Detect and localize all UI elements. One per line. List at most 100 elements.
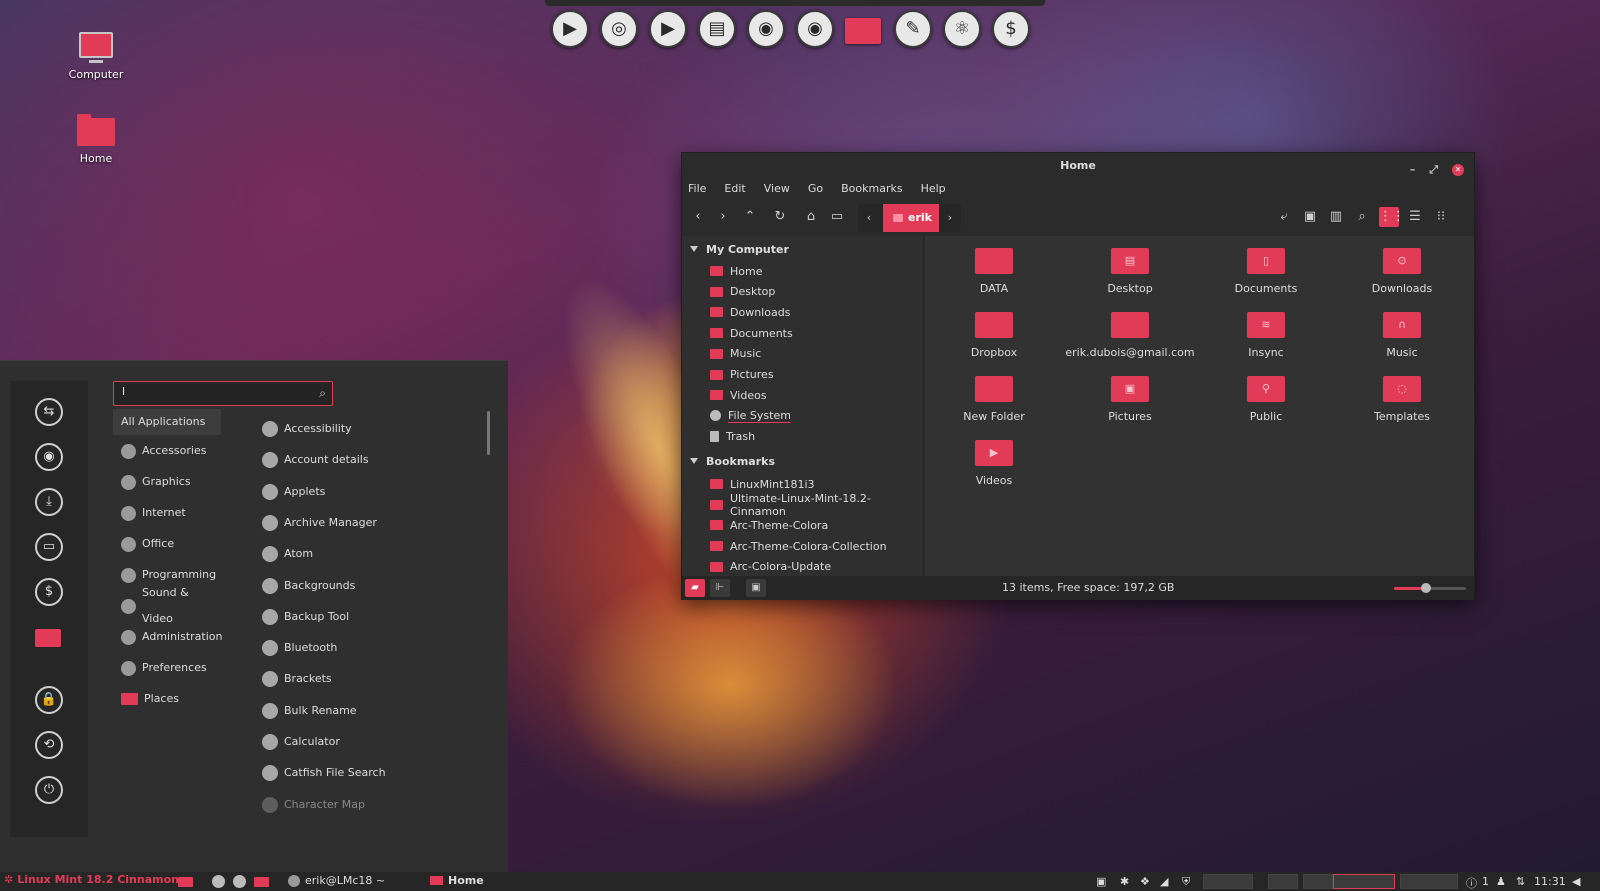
menu-app-item[interactable]: Account details xyxy=(262,448,369,472)
connect-icon[interactable]: ⇆ xyxy=(35,398,63,426)
workspace-5[interactable] xyxy=(1400,874,1458,889)
folder-icon[interactable] xyxy=(35,629,61,647)
sidebar-item-documents[interactable]: Documents xyxy=(710,323,793,343)
atom-icon[interactable]: ⚛ xyxy=(943,10,981,48)
file-item[interactable]: erik.dubois@gmail.com xyxy=(1065,312,1195,359)
volume-icon[interactable]: ◀ xyxy=(1572,875,1580,888)
menu-category[interactable]: All Applications xyxy=(113,409,221,435)
window-titlebar[interactable]: Home – ⤢ ✕ xyxy=(682,153,1474,178)
file-item[interactable]: New Folder xyxy=(929,376,1059,423)
back-icon[interactable]: ‹ xyxy=(688,207,708,227)
file-item[interactable]: Dropbox xyxy=(929,312,1059,359)
sidebar-item-trash[interactable]: Trash xyxy=(710,427,755,447)
transfer-icon[interactable]: ⇅ xyxy=(1516,875,1525,888)
shield-icon[interactable]: ⛨ xyxy=(1182,875,1190,889)
show-desktop-icon[interactable] xyxy=(178,877,193,887)
up-icon[interactable]: ⌃ xyxy=(740,207,760,227)
download-icon[interactable]: ⤓ xyxy=(35,488,63,516)
file-item[interactable]: ⊙ Downloads xyxy=(1337,248,1467,295)
network-icon[interactable]: ◢ xyxy=(1160,875,1168,888)
home-icon[interactable]: ⌂ xyxy=(801,207,821,227)
menu-app-item[interactable]: Bulk Rename xyxy=(262,699,357,723)
close-icon[interactable]: ✕ xyxy=(1452,163,1464,176)
breadcrumb-left-icon[interactable]: ‹ xyxy=(858,204,880,232)
sidebar-item-file-system[interactable]: File System xyxy=(710,406,791,426)
dropbox-icon[interactable]: ❖ xyxy=(1140,875,1150,888)
screenshot-tray-icon[interactable]: ▣ xyxy=(1096,875,1106,888)
terminal-icon[interactable]: $ xyxy=(992,10,1030,48)
file-item[interactable]: ∩ Music xyxy=(1337,312,1467,359)
menu-category[interactable]: Preferences xyxy=(113,655,221,681)
menu-app-item[interactable]: Catfish File Search xyxy=(262,761,386,785)
menu-file[interactable]: File xyxy=(688,182,706,195)
breadcrumb-right-icon[interactable]: › xyxy=(939,204,961,232)
sidebar-item-music[interactable]: Music xyxy=(710,344,761,364)
bookmark-item[interactable]: Arc-Colora-Update xyxy=(710,557,831,576)
file-item[interactable]: ◌ Templates xyxy=(1337,376,1467,423)
menu-app-item[interactable]: Applets xyxy=(262,480,325,504)
zoom-knob[interactable] xyxy=(1421,583,1432,593)
eye-icon[interactable]: ◉ xyxy=(796,10,834,48)
drive-icon[interactable]: ▭ xyxy=(35,533,63,561)
terminal-launcher-icon[interactable] xyxy=(233,875,246,888)
section-bookmarks[interactable]: Bookmarks xyxy=(690,452,775,470)
editor-icon[interactable]: ✎ xyxy=(894,10,932,48)
sidebar-item-downloads[interactable]: Downloads xyxy=(710,302,790,322)
firefox-launcher-icon[interactable] xyxy=(212,875,225,888)
sidebar-item-home[interactable]: Home xyxy=(710,261,762,281)
workspace-3[interactable] xyxy=(1303,874,1333,889)
menu-app-item[interactable]: Calculator xyxy=(262,730,340,754)
places-toggle-icon[interactable]: ▰ xyxy=(685,579,705,597)
section-my-computer[interactable]: My Computer xyxy=(690,240,789,258)
menu-help[interactable]: Help xyxy=(921,182,946,195)
menu-scrollbar[interactable] xyxy=(487,411,490,455)
file-item[interactable]: ▤ Desktop xyxy=(1065,248,1195,295)
menu-go[interactable]: Go xyxy=(808,182,823,195)
power-icon[interactable]: ⏻ xyxy=(35,776,63,804)
menu-app-item[interactable]: Brackets xyxy=(262,667,332,691)
file-item[interactable]: ⚲ Public xyxy=(1201,376,1331,423)
file-item[interactable]: ▶ Videos xyxy=(929,440,1059,487)
compact-view-icon[interactable]: ⁝⁝ xyxy=(1431,207,1451,227)
new-folder-icon[interactable]: ▥ xyxy=(1326,207,1346,227)
firefox-icon[interactable]: ◉ xyxy=(35,443,63,471)
bookmark-item[interactable]: Arc-Theme-Colora-Collection xyxy=(710,536,887,556)
menu-button[interactable]: ✲ Linux Mint 18.2 Cinnamon xyxy=(4,873,179,886)
menu-app-item[interactable]: Archive Manager xyxy=(262,511,377,535)
folder-icon[interactable] xyxy=(845,18,881,44)
menu-app-item[interactable]: Accessibility xyxy=(262,417,352,441)
hide-sidebar-icon[interactable]: ▣ xyxy=(746,579,766,597)
sidebar-item-pictures[interactable]: Pictures xyxy=(710,365,774,385)
bookmark-item[interactable]: Arc-Theme-Colora xyxy=(710,515,828,535)
menu-bookmarks[interactable]: Bookmarks xyxy=(841,182,902,195)
sidebar-item-desktop[interactable]: Desktop xyxy=(710,282,775,302)
file-item[interactable]: DATA xyxy=(929,248,1059,295)
menu-app-item[interactable]: Backgrounds xyxy=(262,574,355,598)
clock[interactable]: 11:31 xyxy=(1534,875,1566,888)
menu-edit[interactable]: Edit xyxy=(724,182,745,195)
workspace-1[interactable] xyxy=(1203,874,1253,889)
breadcrumb-item-erik[interactable]: erik xyxy=(883,204,939,232)
menu-search-input[interactable]: l ⌕ xyxy=(113,381,333,406)
zoom-slider[interactable] xyxy=(1394,583,1466,593)
files-icon[interactable]: ▤ xyxy=(698,10,736,48)
menu-category[interactable]: Accessories xyxy=(113,438,221,464)
taskbar-item-home[interactable]: Home xyxy=(430,874,484,887)
tree-toggle-icon[interactable]: ⊩ xyxy=(710,579,730,597)
file-item[interactable]: ▯ Documents xyxy=(1201,248,1331,295)
menu-app-item[interactable]: Backup Tool xyxy=(262,605,349,629)
sidebar-item-videos[interactable]: Videos xyxy=(710,385,767,405)
media-player-icon[interactable]: ▶ xyxy=(551,10,589,48)
firefox-icon[interactable]: ◉ xyxy=(747,10,785,48)
lock-icon[interactable]: 🔒 xyxy=(35,686,63,714)
menu-app-item[interactable]: Bluetooth xyxy=(262,636,337,660)
menu-category[interactable]: Administration xyxy=(113,624,223,650)
menu-category[interactable]: Office xyxy=(113,531,221,557)
menu-category[interactable]: Internet xyxy=(113,500,221,526)
search-icon[interactable]: ⌕ xyxy=(1352,207,1372,227)
terminal-icon[interactable]: ▣ xyxy=(1300,207,1320,227)
computer-icon[interactable]: ▭ xyxy=(827,207,847,227)
icon-view-icon[interactable]: ⋮⋮ xyxy=(1379,207,1405,227)
file-item[interactable]: ▣ Pictures xyxy=(1065,376,1195,423)
menu-category[interactable]: Places xyxy=(113,686,221,712)
